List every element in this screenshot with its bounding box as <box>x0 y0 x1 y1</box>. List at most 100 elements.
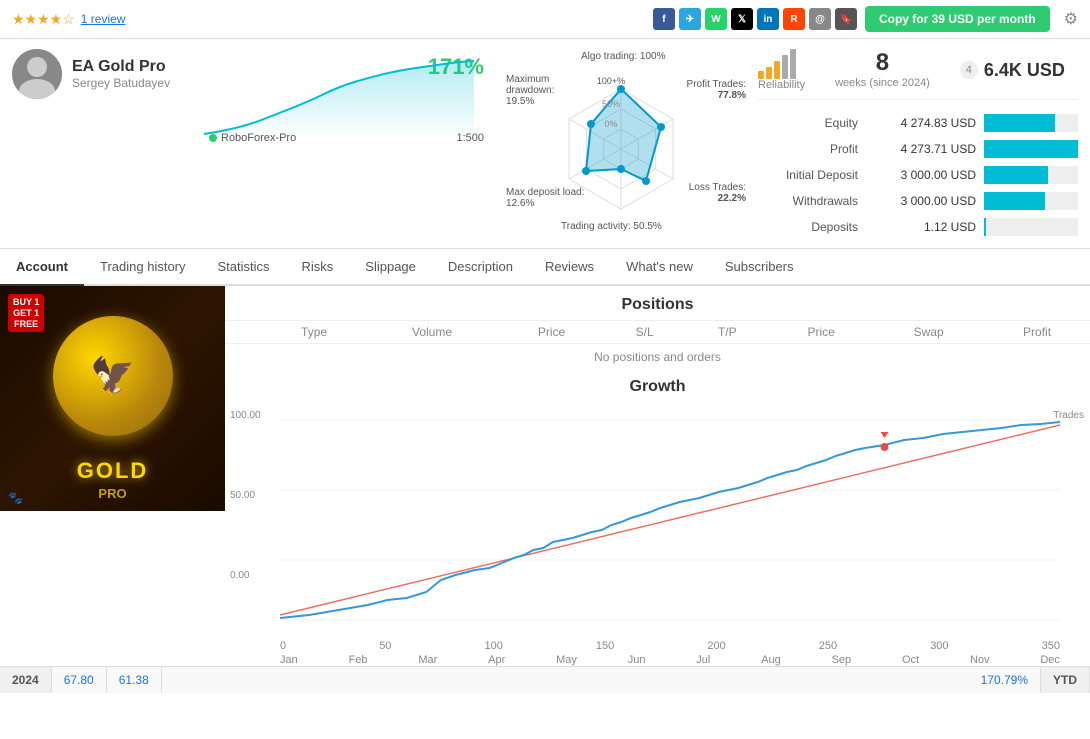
profit-bar-fill <box>984 140 1078 158</box>
month-sep: Sep <box>832 654 852 666</box>
reddit-icon[interactable]: R <box>783 8 805 30</box>
no-positions-message: No positions and orders <box>225 344 1090 371</box>
withdrawals-row: Withdrawals 3 000.00 USD <box>758 192 1078 210</box>
reliability-label: Reliability <box>758 79 805 91</box>
month-dec: Dec <box>1040 654 1060 666</box>
whatsapp-icon[interactable]: W <box>705 8 727 30</box>
growth-marker-dot <box>881 443 889 451</box>
settings-icon[interactable]: ⚙ <box>1064 9 1078 29</box>
broker-name: RoboForex-Pro <box>221 132 296 144</box>
svg-text:50%: 50% <box>602 99 620 109</box>
reliability-row: Reliability 8 weeks (since 2024) 4 6.4K … <box>758 49 1078 100</box>
broker-status-dot <box>209 134 217 142</box>
radar-profit-trades: Profit Trades:77.8% <box>666 79 746 101</box>
stat-val1: 67.80 <box>52 667 107 693</box>
tab-trading-history[interactable]: Trading history <box>84 249 202 286</box>
withdrawals-value: 3 000.00 USD <box>866 194 976 208</box>
rel-bar-4 <box>782 55 788 79</box>
ea-info: EA Gold Pro Sergey Batudayev <box>72 58 170 90</box>
email-icon[interactable]: @ <box>809 8 831 30</box>
profit-usd-value: 6.4K USD <box>984 60 1065 81</box>
tab-subscribers[interactable]: Subscribers <box>709 249 810 286</box>
col-volume: Volume <box>365 321 500 344</box>
star-rating: ★★★★☆ <box>12 11 75 28</box>
top-bar: ★★★★☆ 1 review f ✈ W 𝕏 in R @ 🔖 Copy for… <box>0 0 1090 39</box>
deposits-bar-track <box>984 218 1078 236</box>
y-label-50: 50.00 <box>230 490 255 501</box>
x-num-100: 100 <box>485 640 503 652</box>
stat-spacer <box>162 667 969 693</box>
equity-row: Equity 4 274.83 USD <box>758 114 1078 132</box>
ad-title: GOLD <box>77 458 149 484</box>
col-price-current: Price <box>769 321 873 344</box>
initial-deposit-bar-track <box>984 166 1078 184</box>
ad-image[interactable]: BUY 1 GET 1 FREE 🦅 GOLD PRO 🐾 <box>0 286 225 511</box>
reliability-block: Reliability <box>758 49 805 91</box>
initial-deposit-label: Initial Deposit <box>758 168 858 182</box>
ad-footer: 🐾 <box>8 490 23 505</box>
x-num-150: 150 <box>596 640 614 652</box>
initial-deposit-bar-fill <box>984 166 1048 184</box>
month-jul: Jul <box>696 654 710 666</box>
bookmark-icon[interactable]: 🔖 <box>835 8 857 30</box>
withdrawals-bar-track <box>984 192 1078 210</box>
ytd-value: 170.79% <box>969 667 1041 693</box>
tab-reviews[interactable]: Reviews <box>529 249 610 286</box>
ea-name: EA Gold Pro <box>72 58 170 76</box>
month-aug: Aug <box>761 654 781 666</box>
ad-coin: 🦅 <box>53 316 173 436</box>
growth-marker-arrow <box>881 432 889 438</box>
tab-whats-new[interactable]: What's new <box>610 249 709 286</box>
review-link[interactable]: 1 review <box>81 12 126 26</box>
facebook-icon[interactable]: f <box>653 8 675 30</box>
tab-statistics[interactable]: Statistics <box>202 249 286 286</box>
profit-row: Profit 4 273.71 USD <box>758 140 1078 158</box>
profit-subscribers-count: 4 <box>960 61 978 79</box>
tab-slippage[interactable]: Slippage <box>349 249 432 286</box>
col-empty <box>225 321 264 344</box>
telegram-icon[interactable]: ✈ <box>679 8 701 30</box>
ytd-label: YTD <box>1041 667 1090 693</box>
tab-risks[interactable]: Risks <box>286 249 350 286</box>
ea-mini-chart: 171% RoboForex-Pro 1:500 <box>204 49 494 149</box>
profit-bar-track <box>984 140 1078 158</box>
growth-section: Growth 100.00 50.00 0.00 Trades <box>225 370 1090 666</box>
social-icons: f ✈ W 𝕏 in R @ 🔖 <box>653 8 857 30</box>
x-axis-month-labels: Jan Feb Mar Apr May Jun Jul Aug Sep Oct … <box>225 652 1090 666</box>
ad-badge: BUY 1 GET 1 FREE <box>8 294 44 332</box>
reliability-bars <box>758 49 805 79</box>
weeks-label: weeks (since 2024) <box>835 77 930 89</box>
svg-text:100+%: 100+% <box>597 76 625 86</box>
copy-button[interactable]: Copy for 39 USD per month <box>865 6 1050 32</box>
tab-account[interactable]: Account <box>0 249 84 286</box>
main-content: BUY 1 GET 1 FREE 🦅 GOLD PRO 🐾 Positions … <box>0 286 1090 666</box>
positions-title: Positions <box>225 286 1090 321</box>
chart-area: 100.00 50.00 0.00 Trades <box>225 400 1090 640</box>
positions-table: Type Volume Price S/L T/P Price Swap Pro… <box>225 321 1090 370</box>
month-apr: Apr <box>488 654 505 666</box>
broker-info: RoboForex-Pro <box>209 132 296 144</box>
twitter-icon[interactable]: 𝕏 <box>731 8 753 30</box>
deposits-label: Deposits <box>758 220 858 234</box>
radar-section: 100+% 50% 0% Algo trading: 100% Profit T… <box>506 49 746 234</box>
month-jan: Jan <box>280 654 298 666</box>
equity-bar-track <box>984 114 1078 132</box>
radar-max-drawdown: Maximum drawdown:19.5% <box>506 74 586 107</box>
y-label-100: 100.00 <box>230 410 261 421</box>
ad-footer-icon: 🐾 <box>8 491 23 505</box>
deposits-row: Deposits 1.12 USD <box>758 218 1078 236</box>
growth-chart-svg <box>280 410 1060 630</box>
rel-bar-5 <box>790 49 796 79</box>
linkedin-icon[interactable]: in <box>757 8 779 30</box>
tabs-bar: Account Trading history Statistics Risks… <box>0 249 1090 286</box>
month-oct: Oct <box>902 654 919 666</box>
col-tp: T/P <box>686 321 769 344</box>
withdrawals-bar-fill <box>984 192 1045 210</box>
tab-description[interactable]: Description <box>432 249 529 286</box>
radar-loss-trades: Loss Trades:22.2% <box>666 182 746 204</box>
year-cell: 2024 <box>0 667 52 693</box>
ad-banner[interactable]: BUY 1 GET 1 FREE 🦅 GOLD PRO 🐾 <box>0 286 225 666</box>
weeks-block: 8 weeks (since 2024) <box>835 49 930 91</box>
profit-usd-block: 4 6.4K USD <box>960 49 1065 91</box>
ad-coin-icon: 🦅 <box>90 355 135 397</box>
